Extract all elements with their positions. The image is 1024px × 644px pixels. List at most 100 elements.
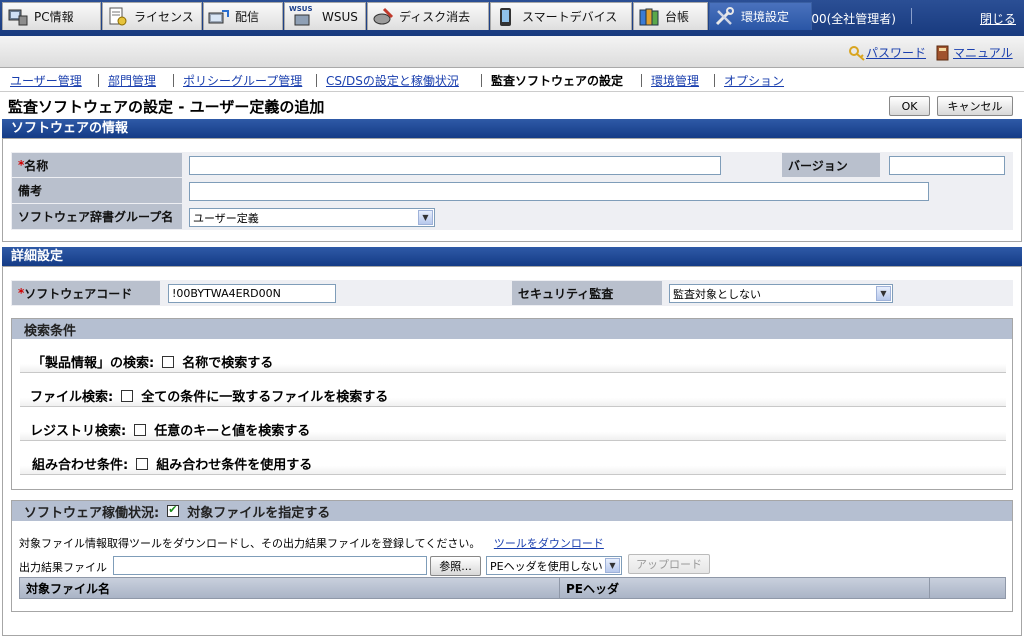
registry-search-checkbox[interactable] (134, 423, 147, 436)
subnav-divider (481, 74, 482, 87)
sub-navigation: ユーザー管理 部門管理 ポリシーグループ管理 CS/DSの設定と稼働状況 監査ソ… (0, 68, 1024, 92)
subnav-options[interactable]: オプション (724, 72, 784, 89)
column-target-file-name: 対象ファイル名 (20, 578, 560, 598)
download-instructions: 対象ファイル情報取得ツールをダウンロードし、その出力結果ファイルを登録してくださ… (19, 535, 604, 551)
ok-button[interactable]: OK (889, 96, 930, 116)
page-title: 監査ソフトウェアの設定 - ユーザー定義の追加 (8, 98, 325, 116)
search-by-name-checkbox[interactable] (162, 355, 175, 368)
browse-button[interactable]: 参照... (430, 556, 481, 576)
tab-smart-device[interactable]: スマートデバイス (490, 2, 632, 30)
software-code-label-text: ソフトウェアコード (24, 286, 133, 301)
tab-label: スマートデバイス (522, 10, 618, 24)
cancel-button[interactable]: キャンセル (937, 96, 1013, 116)
tab-label: 環境設定 (741, 10, 790, 24)
header-divider (911, 8, 912, 24)
tab-wsus[interactable]: WSUS WSUS (284, 2, 366, 30)
column-pe-header: PEヘッダ (560, 578, 930, 598)
subnav-divider (173, 74, 174, 87)
name-label-text: 名称 (24, 158, 49, 173)
security-audit-value: 監査対象としない (673, 287, 761, 301)
remarks-label: 備考 (12, 178, 182, 203)
ledger-icon (638, 7, 660, 27)
target-file-text: 対象ファイルを指定する (187, 505, 331, 521)
search-conditions-heading: 検索条件 (12, 319, 1012, 339)
chevron-down-icon: ▼ (876, 286, 891, 301)
version-label: バージョン (782, 153, 880, 177)
security-audit-select[interactable]: 監査対象としない ▼ (669, 284, 893, 303)
details-heading: 詳細設定 (2, 247, 1022, 266)
smart-device-icon (495, 7, 517, 27)
tab-label: WSUS (322, 9, 358, 24)
pc-icon (7, 7, 29, 27)
software-code-label: * ソフトウェアコード (12, 281, 160, 305)
manual-book-icon (936, 45, 950, 61)
download-tool-link[interactable]: ツールをダウンロード (494, 537, 604, 550)
license-icon (107, 7, 129, 27)
registry-search-text: 任意のキーと値を検索する (154, 424, 311, 439)
tab-settings[interactable]: 環境設定 (709, 2, 812, 30)
subnav-cs-ds-settings[interactable]: CS/DSの設定と稼働状況 (326, 72, 459, 89)
target-file-checkbox[interactable] (167, 503, 180, 517)
registry-search-label: レジストリ検索: (30, 424, 127, 439)
target-file-table-header: 対象ファイル名 PEヘッダ (19, 577, 1006, 599)
output-file-label: 出力結果ファイル (19, 561, 107, 574)
tab-label: 台帳 (665, 10, 690, 24)
distribution-icon (208, 7, 230, 27)
subnav-divider (316, 74, 317, 87)
combination-condition-label: 組み合わせ条件: (32, 458, 129, 473)
chevron-down-icon: ▼ (605, 558, 620, 573)
tab-label: ライセンス (134, 10, 194, 24)
wsus-icon-text: WSUS (289, 4, 313, 13)
pe-header-select[interactable]: PEヘッダを使用しない ▼ (486, 556, 622, 575)
subnav-divider (714, 74, 715, 87)
subnav-divider (641, 74, 642, 87)
software-code-input[interactable]: !00BYTWA4ERD00N (168, 284, 336, 303)
subnav-user-management[interactable]: ユーザー管理 (10, 72, 82, 89)
key-icon (848, 45, 866, 61)
tab-disk-erase[interactable]: ディスク消去 (367, 2, 489, 30)
subnav-policy-group-management[interactable]: ポリシーグループ管理 (183, 72, 302, 89)
tab-label: PC情報 (34, 10, 74, 24)
combination-condition-checkbox[interactable] (136, 457, 149, 470)
close-link[interactable]: 閉じる (980, 10, 1016, 27)
file-search-row: ファイル検索: 全ての条件に一致するファイルを検索する (20, 385, 1006, 407)
dictionary-group-select[interactable]: ユーザー定義 ▼ (189, 208, 435, 227)
download-instructions-text: 対象ファイル情報取得ツールをダウンロードし、その出力結果ファイルを登録してくださ… (19, 537, 481, 550)
tab-pc-info[interactable]: PC情報 (2, 2, 101, 30)
security-audit-label: セキュリティ監査 (512, 281, 662, 305)
dictionary-group-label: ソフトウェア辞書グループ名 (12, 204, 182, 229)
tab-label: ディスク消去 (399, 10, 471, 24)
remarks-input[interactable] (189, 182, 929, 201)
tab-label: 配信 (235, 10, 260, 24)
wsus-icon: WSUS (289, 4, 317, 27)
software-info-heading: ソフトウェアの情報 (2, 119, 1022, 138)
version-input[interactable] (889, 156, 1005, 175)
registry-search-row: レジストリ検索: 任意のキーと値を検索する (20, 419, 1006, 441)
manual-link[interactable]: マニュアル (953, 44, 1013, 61)
column-actions (930, 578, 1005, 598)
subnav-environment-management[interactable]: 環境管理 (651, 72, 699, 89)
product-info-search-row: 「製品情報」の検索: 名称で検索する (20, 351, 1006, 373)
tab-distribution[interactable]: 配信 (203, 2, 283, 30)
settings-tools-icon (714, 6, 736, 27)
file-search-text: 全ての条件に一致するファイルを検索する (141, 390, 389, 405)
product-info-search-label: 「製品情報」の検索: (32, 356, 155, 371)
password-link[interactable]: パスワード (866, 44, 926, 61)
file-search-checkbox[interactable] (121, 389, 134, 402)
combination-condition-text: 組み合わせ条件を使用する (156, 458, 313, 473)
upload-button[interactable]: アップロード (628, 554, 710, 574)
dictionary-group-value: ユーザー定義 (193, 211, 259, 225)
output-file-input[interactable] (113, 556, 427, 575)
operation-status-heading: ソフトウェア稼働状況: 対象ファイルを指定する (12, 501, 1012, 521)
disk-erase-icon (372, 7, 394, 27)
subnav-department-management[interactable]: 部門管理 (108, 72, 156, 89)
name-input[interactable] (189, 156, 721, 175)
tab-ledger[interactable]: 台帳 (633, 2, 708, 30)
tab-license[interactable]: ライセンス (102, 2, 202, 30)
name-label: * 名称 (12, 153, 182, 177)
pe-header-value: PEヘッダを使用しない (490, 559, 603, 573)
subnav-divider (98, 74, 99, 87)
right-links: パスワード マニュアル (848, 44, 1013, 61)
subnav-audit-software-current: 監査ソフトウェアの設定 (491, 74, 624, 88)
file-search-label: ファイル検索: (30, 390, 114, 405)
